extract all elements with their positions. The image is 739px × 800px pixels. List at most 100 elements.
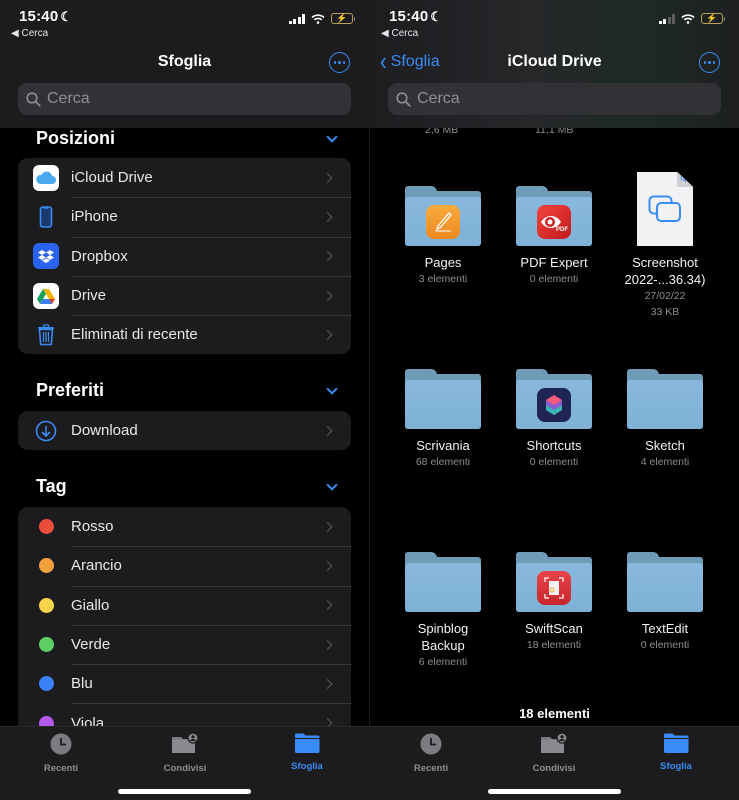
chevron-right-icon [322, 560, 333, 571]
pages-app-icon [426, 204, 460, 239]
search-bar[interactable] [18, 83, 351, 115]
tag-item-arancio[interactable]: Arancio [18, 546, 351, 585]
folder-icon [405, 369, 481, 429]
item-total-count: 18 elementi [519, 706, 590, 721]
search-icon [396, 91, 411, 107]
shortcuts-app-icon [537, 387, 571, 422]
folder-item-spinblog-backup[interactable]: Spinblog Backup 6 elementi [388, 552, 498, 670]
location-label: iPhone [71, 208, 118, 226]
home-indicator[interactable] [488, 789, 621, 794]
chevron-down-icon[interactable] [326, 383, 338, 395]
folder-icon [295, 733, 320, 753]
chevron-right-icon [322, 329, 333, 340]
wifi-icon [311, 13, 325, 24]
tab-label: Sfoglia [660, 761, 692, 772]
google-drive-icon [33, 282, 59, 309]
moon-icon: ☾ [60, 9, 73, 24]
tab-browse[interactable]: Sfoglia [631, 733, 721, 772]
positions-group: iCloud Drive iPhone Dropbox Drive Elimin… [18, 158, 351, 355]
folder-icon [405, 186, 481, 246]
more-options-button[interactable] [699, 52, 720, 73]
folder-icon [664, 733, 689, 753]
tag-color-dot-icon [33, 553, 59, 579]
tab-shared[interactable]: Condivisi [140, 732, 230, 774]
tab-recents[interactable]: Recenti [16, 733, 106, 774]
folder-item-shortcuts[interactable]: Shortcuts 0 elementi [499, 369, 609, 470]
item-count: 6 elementi [418, 656, 468, 668]
tab-label: Recenti [413, 763, 449, 774]
item-name: SwiftScan [525, 621, 583, 636]
tag-item-rosso[interactable]: Rosso [18, 507, 351, 546]
browse-list[interactable]: Posizioni iCloud Drive iPhone Dropbox Dr… [0, 128, 369, 726]
tab-recents[interactable]: Recenti [386, 733, 476, 774]
item-name: Screenshot 2022-...36.34) [624, 255, 706, 287]
chevron-right-icon [322, 425, 333, 436]
item-count: 0 elementi [529, 273, 579, 285]
tag-label: Verde [71, 636, 111, 654]
folder-icon [405, 552, 481, 612]
location-item-iphone[interactable]: iPhone [18, 197, 351, 236]
location-item-recently-deleted[interactable]: Eliminati di recente [18, 315, 351, 354]
folder-icon [627, 552, 703, 612]
tab-shared[interactable]: Condivisi [509, 732, 599, 774]
folder-item-pdf-expert[interactable]: PDF PDF Expert 0 elementi [499, 186, 609, 287]
location-item-icloud-drive[interactable]: iCloud Drive [18, 158, 351, 197]
item-name: Spinblog Backup [417, 621, 469, 653]
chevron-right-icon [322, 290, 333, 301]
back-to-app-link[interactable]: ◀ Cerca [11, 28, 48, 39]
tag-item-verde[interactable]: Verde [18, 624, 351, 664]
cloud-download-icon [680, 174, 691, 183]
signal-icon [658, 13, 675, 24]
status-icons: ⚡ [658, 13, 725, 24]
folder-icon [516, 369, 592, 429]
tab-label: Condivisi [532, 763, 576, 774]
favorite-item-download[interactable]: Download [18, 411, 351, 450]
home-indicator[interactable] [118, 789, 251, 794]
chevron-down-icon[interactable] [326, 131, 338, 143]
chevron-right-icon [322, 521, 333, 532]
item-name: TextEdit [641, 621, 689, 636]
folder-item-swiftscan[interactable]: SwiftScan 18 elementi [499, 552, 609, 653]
folder-item-sketch[interactable]: Sketch 4 elementi [610, 369, 720, 470]
more-options-button[interactable] [329, 52, 350, 73]
tag-label: Viola [71, 714, 105, 726]
tab-browse[interactable]: Sfoglia [262, 733, 352, 772]
icloud-icon [33, 164, 59, 191]
location-label: Dropbox [71, 247, 128, 265]
folder-item-scrivania[interactable]: Scrivania 68 elementi [388, 369, 498, 470]
section-title-favorites: Preferiti [36, 380, 105, 400]
iphone-icon [33, 204, 59, 230]
shared-folder-icon [172, 732, 199, 753]
chevron-down-icon[interactable] [326, 479, 338, 491]
item-count: 3 elementi [418, 273, 468, 285]
search-input[interactable] [417, 90, 697, 108]
search-bar[interactable] [388, 83, 721, 115]
search-input[interactable] [47, 90, 327, 108]
back-to-app-link[interactable]: ◀ Cerca [381, 28, 418, 39]
file-size-partial: 2,6 MB [425, 128, 459, 136]
location-item-drive[interactable]: Drive [18, 275, 351, 315]
item-name: Scrivania [416, 438, 470, 453]
time-text: 15:40 [19, 8, 59, 25]
location-label: Eliminati di recente [71, 326, 198, 344]
search-icon [26, 91, 41, 107]
tag-item-giallo[interactable]: Giallo [18, 585, 351, 625]
tag-label: Arancio [71, 557, 122, 575]
folder-icon: PDF [516, 186, 592, 246]
svg-text:PDF: PDF [556, 227, 568, 233]
chevron-right-icon [322, 211, 333, 222]
tag-item-viola[interactable]: Viola [18, 703, 351, 726]
item-size: 33 KB [650, 306, 680, 318]
folder-item-textedit[interactable]: TextEdit 0 elementi [610, 552, 720, 653]
file-grid[interactable]: 2,6 MB 11,1 MB Pages 3 elementi PDF PDF … [370, 128, 739, 726]
chevron-right-icon [322, 172, 333, 183]
tag-color-dot-icon [33, 514, 59, 540]
item-count: 0 elementi [529, 456, 579, 468]
tab-label: Condivisi [163, 763, 207, 774]
folder-item-pages[interactable]: Pages 3 elementi [388, 186, 498, 287]
file-item-screenshot[interactable]: Screenshot 2022-...36.34) 27/02/22 33 KB [610, 172, 720, 320]
location-item-dropbox[interactable]: Dropbox [18, 236, 351, 276]
section-title-positions: Posizioni [36, 128, 116, 148]
wifi-icon [681, 13, 695, 24]
tag-item-blu[interactable]: Blu [18, 664, 351, 703]
